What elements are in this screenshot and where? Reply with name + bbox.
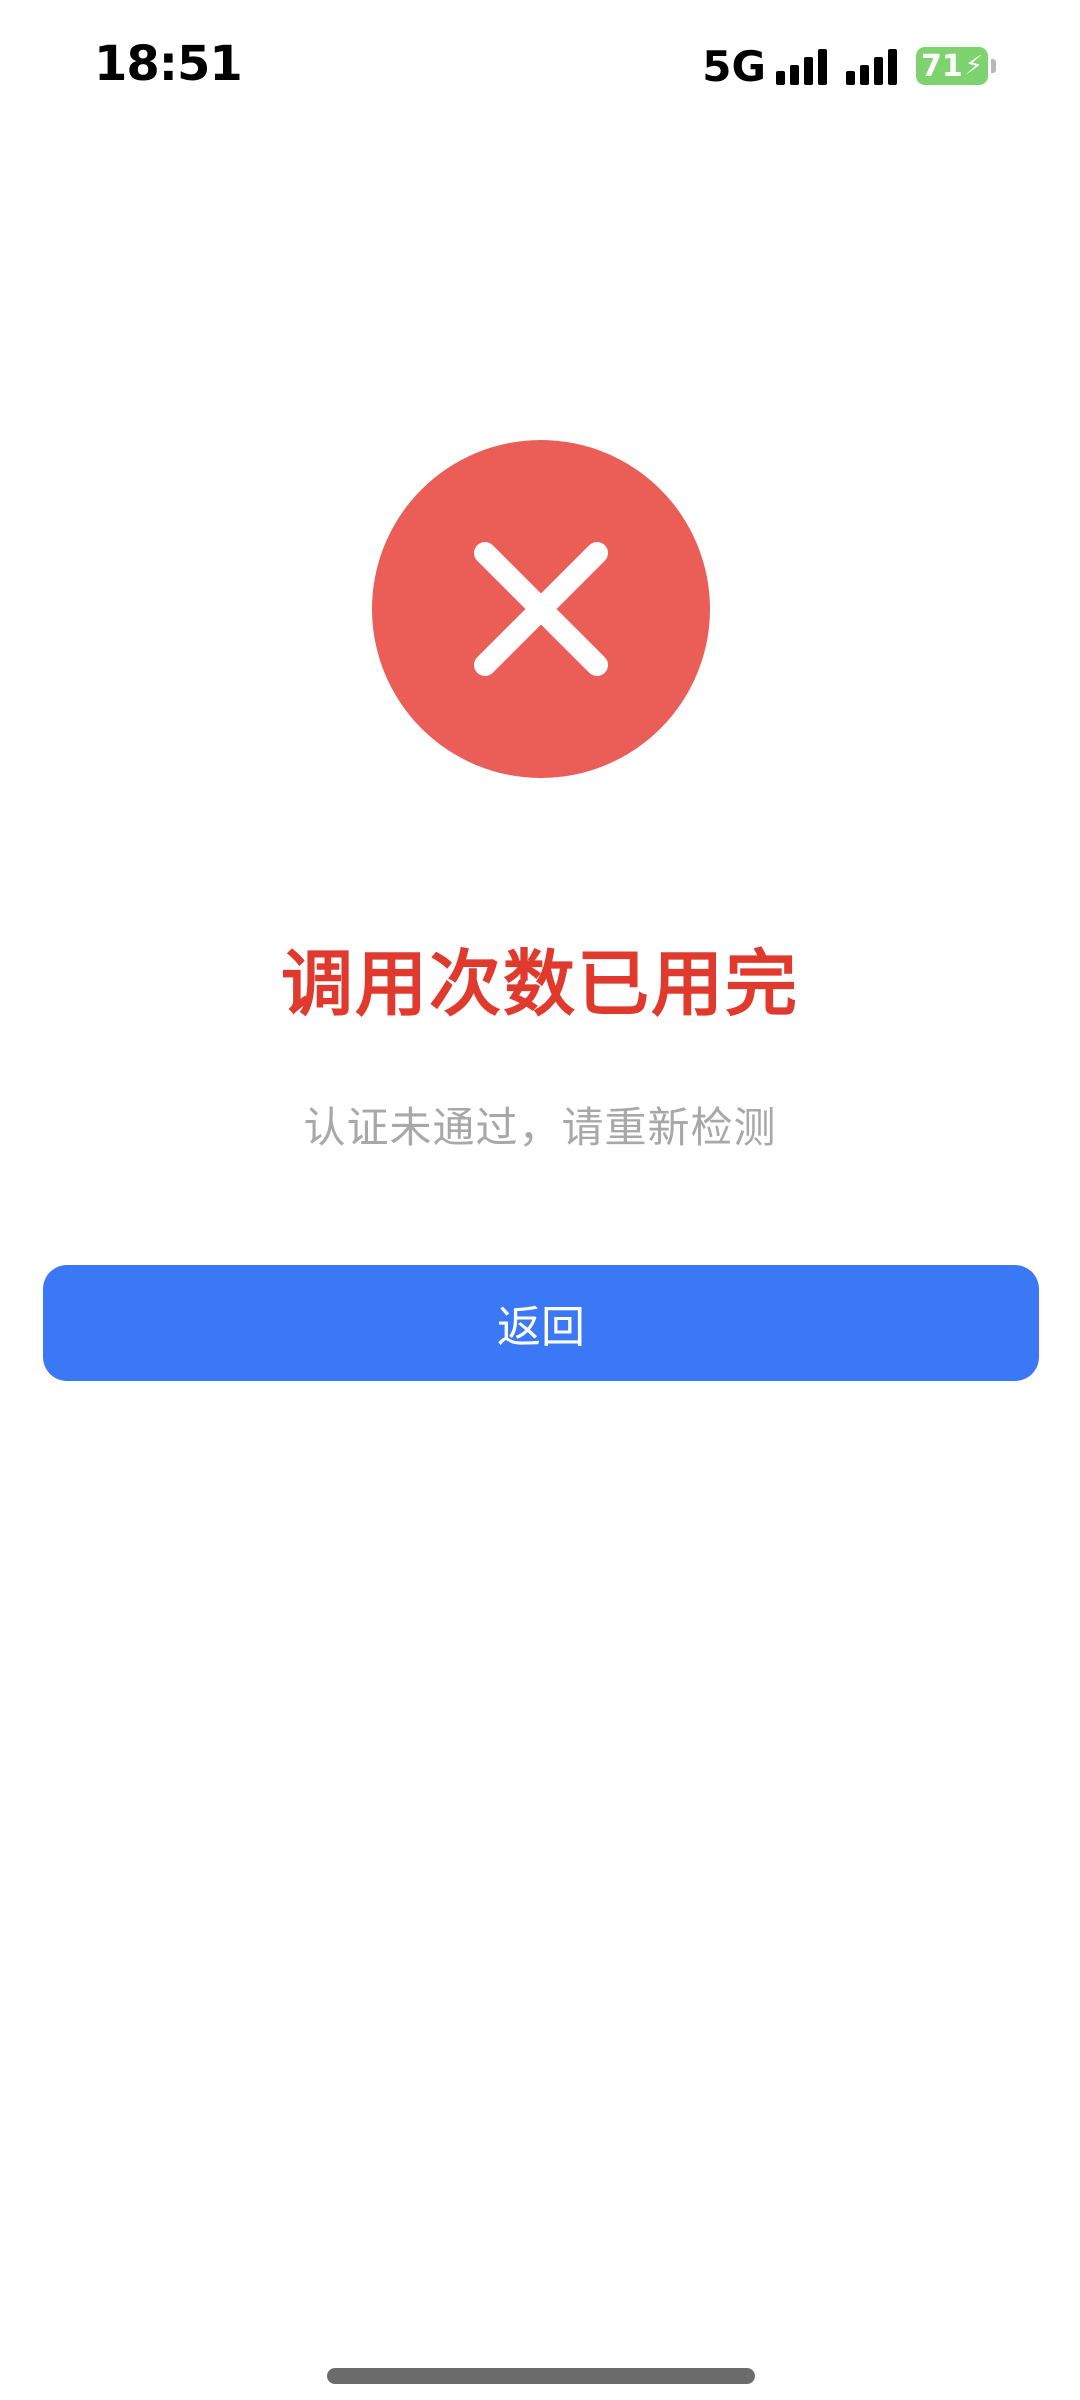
status-time: 18:51 [94, 36, 243, 92]
status-indicators: 5G 71 ⚡ [702, 41, 996, 91]
charging-bolt-icon: ⚡ [964, 51, 983, 81]
battery-level: 71 [920, 48, 963, 84]
battery-icon: 71 ⚡ [916, 47, 988, 85]
screen: 18:51 5G 71 ⚡ 调用次数已用完 认证未通过，请重新检测 返回 [0, 0, 1080, 2400]
home-indicator[interactable] [327, 2368, 755, 2384]
cellular-signal-icon [776, 47, 832, 85]
back-button[interactable]: 返回 [43, 1265, 1039, 1381]
status-bar: 18:51 5G 71 ⚡ [0, 0, 1080, 130]
cellular-signal-icon-secondary [846, 47, 902, 85]
result-subtitle: 认证未通过，请重新检测 [303, 1103, 777, 1152]
result-title: 调用次数已用完 [280, 942, 799, 1026]
battery-cap [991, 59, 996, 73]
network-type: 5G [702, 41, 766, 91]
error-x-icon [372, 440, 710, 778]
